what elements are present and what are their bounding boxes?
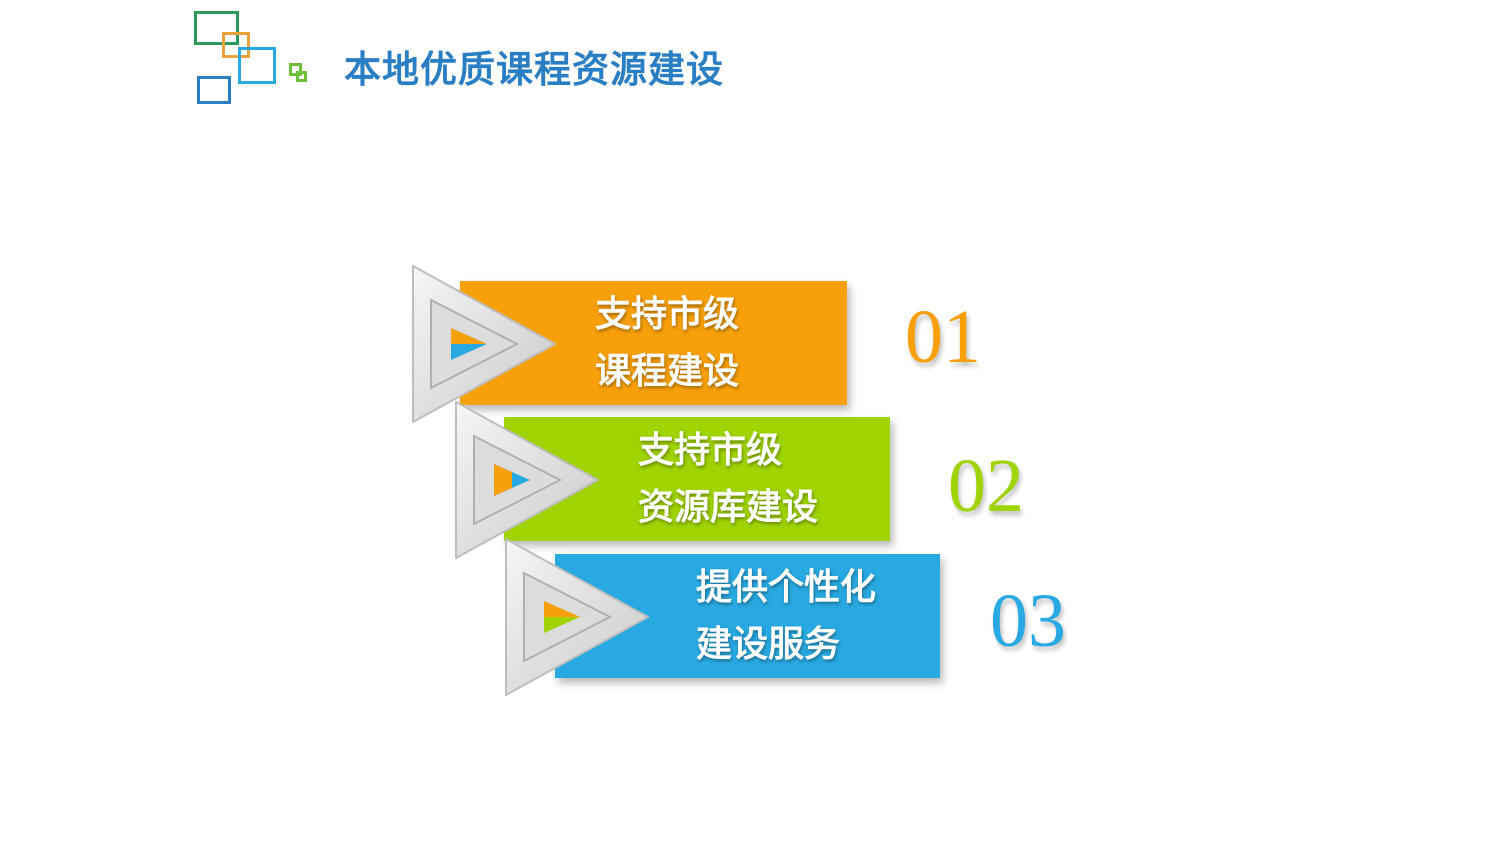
step-1-label-line2: 课程建设 — [595, 351, 740, 392]
step-2-label-line1: 支持市级 — [638, 430, 783, 471]
step-1-label-line1: 支持市级 — [595, 294, 740, 335]
squares-logo-icon — [192, 8, 322, 108]
play-triangle-icon — [505, 538, 649, 696]
step-3-number: 03 — [990, 579, 1066, 663]
step-2-label-line2: 资源库建设 — [638, 487, 819, 528]
step-3-label-line2: 建设服务 — [696, 624, 841, 665]
step-3: 提供个性化 建设服务 03 — [498, 535, 1118, 710]
step-1-number: 01 — [905, 295, 981, 379]
step-3-label-line1: 提供个性化 — [696, 567, 877, 608]
page-title: 本地优质课程资源建设 — [344, 48, 724, 91]
step-2-number: 02 — [948, 444, 1024, 528]
